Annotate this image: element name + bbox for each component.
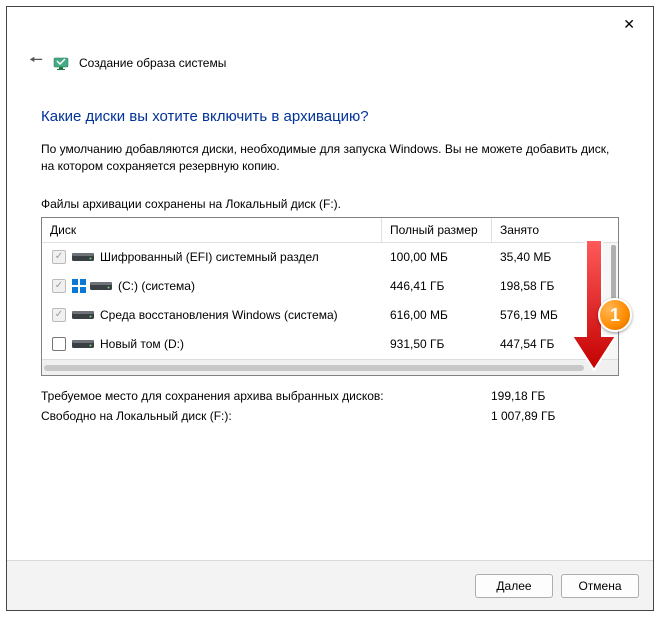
- table-row[interactable]: ✓ Шифрованный (EFI) системный раздел 100,0…: [42, 243, 618, 272]
- vertical-scroll-thumb[interactable]: [611, 245, 616, 315]
- cell-used-size: 576,19 МБ: [492, 305, 618, 325]
- horizontal-scroll-thumb[interactable]: [44, 365, 584, 371]
- col-header-disk[interactable]: Диск: [42, 218, 382, 242]
- col-header-full[interactable]: Полный размер: [382, 218, 492, 242]
- cell-full-size: 931,50 ГБ: [382, 334, 492, 354]
- disk-name: Среда восстановления Windows (система): [100, 308, 338, 322]
- summary-required-label: Требуемое место для сохранения архива вы…: [41, 389, 491, 403]
- disk-name: Шифрованный (EFI) системный раздел: [100, 250, 319, 264]
- cell-full-size: 616,00 МБ: [382, 305, 492, 325]
- window-title: Создание образа системы: [79, 56, 226, 70]
- summary-free-label: Свободно на Локальный диск (F:):: [41, 409, 491, 423]
- cell-disk: ✓ (C:) (система): [42, 276, 382, 296]
- row-checkbox[interactable]: [52, 337, 66, 351]
- table-row[interactable]: Новый том (D:) 931,50 ГБ447,54 ГБ: [42, 330, 618, 359]
- cell-full-size: 100,00 МБ: [382, 247, 492, 267]
- titlebar: ✕: [7, 7, 653, 41]
- page-description: По умолчанию добавляются диски, необходи…: [41, 141, 619, 175]
- horizontal-scrollbar[interactable]: [42, 359, 618, 375]
- page-question: Какие диски вы хотите включить в архивац…: [41, 108, 619, 125]
- dialog-footer: Далее Отмена: [7, 560, 653, 610]
- table-header: Диск Полный размер Занято: [42, 218, 618, 243]
- content-area: Какие диски вы хотите включить в архивац…: [7, 90, 653, 426]
- drive-icon: [72, 338, 94, 350]
- saved-to-text: Файлы архивации сохранены на Локальный д…: [41, 197, 619, 211]
- summary-free: Свободно на Локальный диск (F:): 1 007,8…: [41, 406, 619, 426]
- next-button[interactable]: Далее: [475, 574, 553, 598]
- summary-required: Требуемое место для сохранения архива вы…: [41, 386, 619, 406]
- header-row: 🠔 Создание образа системы: [7, 41, 653, 90]
- summary-free-value: 1 007,89 ГБ: [491, 409, 619, 423]
- summary-block: Требуемое место для сохранения архива вы…: [41, 386, 619, 426]
- windows-logo-icon: [72, 279, 86, 293]
- cell-disk: Новый том (D:): [42, 334, 382, 354]
- disk-table: Диск Полный размер Занято ✓ Шифрованный (…: [41, 217, 619, 376]
- row-checkbox: ✓: [52, 279, 66, 293]
- drive-icon: [90, 280, 112, 292]
- vertical-scrollbar[interactable]: [602, 243, 618, 359]
- table-body: ✓ Шифрованный (EFI) системный раздел 100,0…: [42, 243, 618, 359]
- cell-disk: ✓ Среда восстановления Windows (система): [42, 305, 382, 325]
- cell-disk: ✓ Шифрованный (EFI) системный раздел: [42, 247, 382, 267]
- summary-required-value: 199,18 ГБ: [491, 389, 619, 403]
- cell-used-size: 198,58 ГБ: [492, 276, 618, 296]
- row-checkbox: ✓: [52, 250, 66, 264]
- dialog-window: ✕ 🠔 Создание образа системы Какие диски …: [6, 6, 654, 611]
- disk-name: Новый том (D:): [100, 337, 184, 351]
- cancel-button[interactable]: Отмена: [561, 574, 639, 598]
- drive-icon: [72, 309, 94, 321]
- table-row[interactable]: ✓ Среда восстановления Windows (система) 6…: [42, 301, 618, 330]
- table-row[interactable]: ✓ (C:) (система) 446,41 ГБ198,58 ГБ: [42, 272, 618, 301]
- row-checkbox: ✓: [52, 308, 66, 322]
- close-icon[interactable]: ✕: [623, 16, 635, 33]
- disk-name: (C:) (система): [118, 279, 195, 293]
- cell-used-size: 35,40 МБ: [492, 247, 618, 267]
- cell-used-size: 447,54 ГБ: [492, 334, 618, 354]
- cell-full-size: 446,41 ГБ: [382, 276, 492, 296]
- col-header-used[interactable]: Занято: [492, 218, 618, 242]
- back-arrow-icon[interactable]: 🠔: [29, 49, 43, 76]
- drive-icon: [72, 251, 94, 263]
- app-icon: [53, 55, 69, 71]
